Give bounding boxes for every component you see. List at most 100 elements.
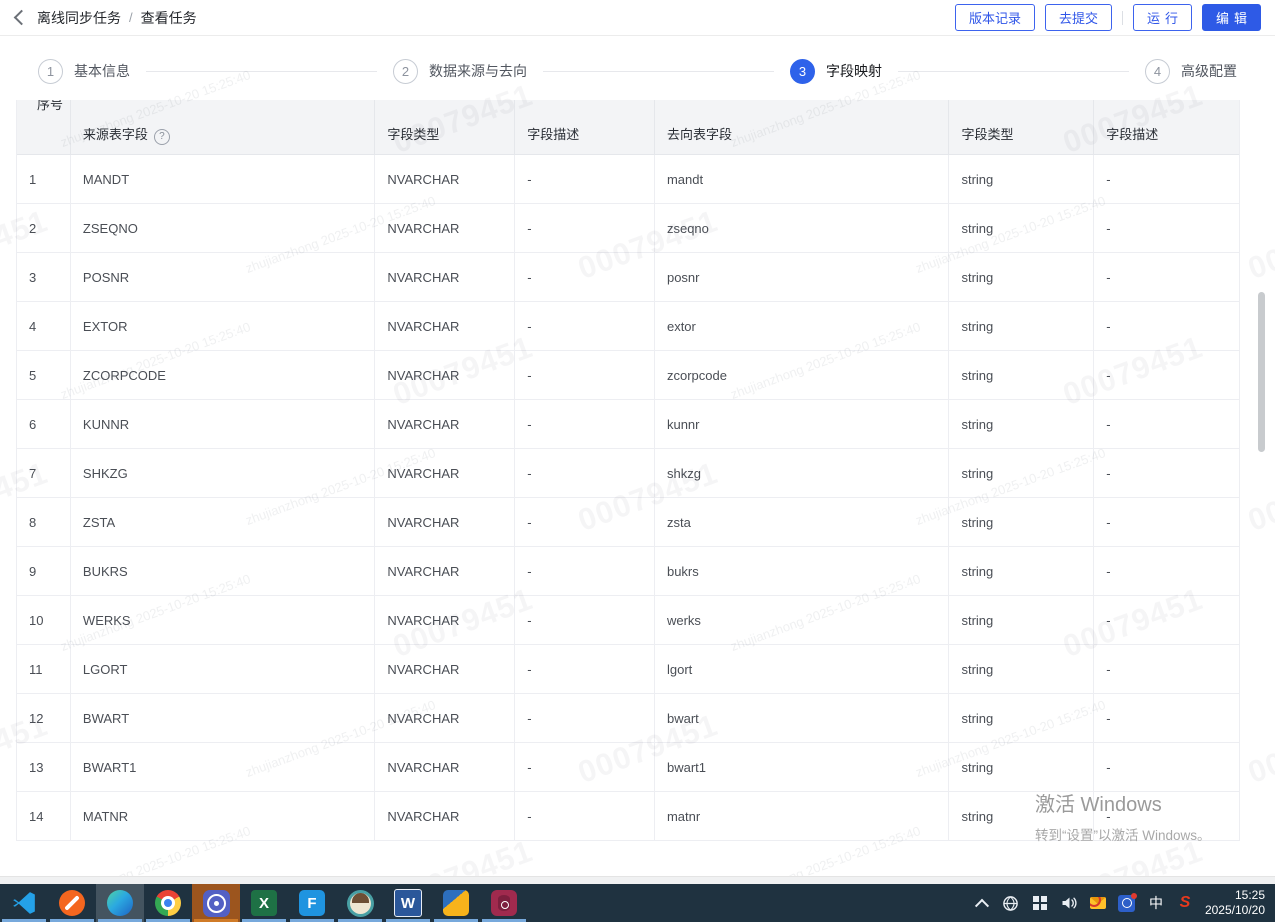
cell-dst_type: string [949, 449, 1094, 497]
run-button[interactable]: 运行 [1133, 4, 1192, 31]
table-row: 1MANDTNVARCHAR-mandtstring- [17, 155, 1239, 204]
foxmail-icon[interactable] [1088, 893, 1108, 913]
cell-dst_desc: - [1094, 253, 1239, 301]
cell-no: 1 [17, 155, 71, 203]
taskbar-dbeaver[interactable] [336, 884, 384, 922]
cell-dst: bwart [655, 694, 950, 742]
volume-icon[interactable] [1059, 893, 1079, 913]
cell-no: 12 [17, 694, 71, 742]
cell-dst_type: string [949, 400, 1094, 448]
cell-dst_desc: - [1094, 547, 1239, 595]
edit-button[interactable]: 编辑 [1202, 4, 1261, 31]
table-row: 11LGORTNVARCHAR-lgortstring- [17, 645, 1239, 694]
cell-src_type: NVARCHAR [375, 596, 515, 644]
cell-dst_type: string [949, 253, 1094, 301]
cell-dst_desc: - [1094, 400, 1239, 448]
cell-src_type: NVARCHAR [375, 204, 515, 252]
cell-src: ZCORPCODE [71, 351, 375, 399]
breadcrumb-separator: / [129, 10, 133, 25]
sogou-input-icon[interactable]: S [1175, 893, 1195, 913]
cell-dst: zsta [655, 498, 950, 546]
step-basic-info[interactable]: 1 基本信息 [38, 59, 130, 84]
table-row: 7SHKZGNVARCHAR-shkzgstring- [17, 449, 1239, 498]
cell-dst_type: string [949, 694, 1094, 742]
cell-src_type: NVARCHAR [375, 155, 515, 203]
back-icon[interactable] [14, 10, 30, 26]
cell-src: SHKZG [71, 449, 375, 497]
cell-dst_desc: - [1094, 351, 1239, 399]
table-row: 9BUKRSNVARCHAR-bukrsstring- [17, 547, 1239, 596]
sync-client-icon [203, 890, 230, 917]
taskbar-foxit[interactable] [432, 884, 480, 922]
dbeaver-icon [347, 890, 374, 917]
cell-src: BWART [71, 694, 375, 742]
taskbar-orange-pen-app[interactable] [48, 884, 96, 922]
cell-dst_desc: - [1094, 694, 1239, 742]
cell-src_desc: - [515, 302, 655, 350]
header-dest-type: 字段类型 [949, 100, 1094, 154]
taskbar-word[interactable]: W [384, 884, 432, 922]
network-globe-icon[interactable] [1001, 893, 1021, 913]
clock-time: 15:25 [1205, 888, 1265, 903]
windows-taskbar: X F W 中 S [0, 884, 1275, 922]
cell-dst: zcorpcode [655, 351, 950, 399]
cell-src_type: NVARCHAR [375, 302, 515, 350]
cell-src: ZSEQNO [71, 204, 375, 252]
cell-dst_type: string [949, 547, 1094, 595]
cell-dst_type: string [949, 743, 1094, 791]
button-divider [1122, 11, 1123, 25]
table-row: 6KUNNRNVARCHAR-kunnrstring- [17, 400, 1239, 449]
ime-language-indicator[interactable]: 中 [1146, 893, 1166, 913]
cell-src: MATNR [71, 792, 375, 840]
step-field-mapping[interactable]: 3 字段映射 [790, 59, 882, 84]
vertical-scrollbar-thumb[interactable] [1258, 292, 1265, 452]
taskbar-vscode[interactable] [0, 884, 48, 922]
taskbar-red-database-app[interactable] [480, 884, 528, 922]
widgets-grid-icon[interactable] [1030, 893, 1050, 913]
step-label: 基本信息 [74, 61, 130, 81]
cell-no: 2 [17, 204, 71, 252]
taskbar-chrome[interactable] [144, 884, 192, 922]
step-source-destination[interactable]: 2 数据来源与去向 [393, 59, 527, 84]
breadcrumb-offline-sync-tasks[interactable]: 离线同步任务 [37, 8, 121, 28]
table-row: 14MATNRNVARCHAR-matnrstring- [17, 792, 1239, 841]
cell-src_desc: - [515, 596, 655, 644]
cell-dst_desc: - [1094, 645, 1239, 693]
cell-dst: posnr [655, 253, 950, 301]
submit-button[interactable]: 去提交 [1045, 4, 1112, 31]
system-tray: 中 S [972, 884, 1203, 922]
cell-src_desc: - [515, 400, 655, 448]
step-number: 4 [1145, 59, 1170, 84]
cell-src_type: NVARCHAR [375, 743, 515, 791]
step-advanced-config[interactable]: 4 高级配置 [1145, 59, 1237, 84]
step-connector [543, 71, 774, 72]
help-icon[interactable]: ? [154, 129, 170, 145]
tray-expand-icon[interactable] [972, 893, 992, 913]
cell-no: 11 [17, 645, 71, 693]
table-row: 13BWART1NVARCHAR-bwart1string- [17, 743, 1239, 792]
taskbar-file-manager[interactable]: F [288, 884, 336, 922]
cell-no: 6 [17, 400, 71, 448]
cell-src_desc: - [515, 253, 655, 301]
version-history-button[interactable]: 版本记录 [955, 4, 1035, 31]
cell-dst_type: string [949, 498, 1094, 546]
taskbar-excel[interactable]: X [240, 884, 288, 922]
cell-src_type: NVARCHAR [375, 253, 515, 301]
taskbar-clock[interactable]: 15:25 2025/10/20 [1203, 884, 1275, 922]
taskbar-edge[interactable] [96, 884, 144, 922]
file-manager-icon: F [299, 890, 325, 916]
notification-app-icon[interactable] [1117, 893, 1137, 913]
cell-src_type: NVARCHAR [375, 498, 515, 546]
table-row: 3POSNRNVARCHAR-posnrstring- [17, 253, 1239, 302]
cell-dst_type: string [949, 204, 1094, 252]
cell-dst_type: string [949, 302, 1094, 350]
excel-icon: X [251, 890, 277, 916]
table-header: 序号 来源表字段? 字段类型 字段描述 去向表字段 字段类型 字段描述 [17, 100, 1239, 155]
cell-no: 9 [17, 547, 71, 595]
taskbar-sync-client-active[interactable] [192, 884, 240, 922]
cell-dst: werks [655, 596, 950, 644]
step-connector [146, 71, 377, 72]
horizontal-scrollbar-track[interactable] [0, 876, 1275, 884]
table-body: 1MANDTNVARCHAR-mandtstring-2ZSEQNONVARCH… [17, 155, 1239, 841]
cell-dst_desc: - [1094, 302, 1239, 350]
